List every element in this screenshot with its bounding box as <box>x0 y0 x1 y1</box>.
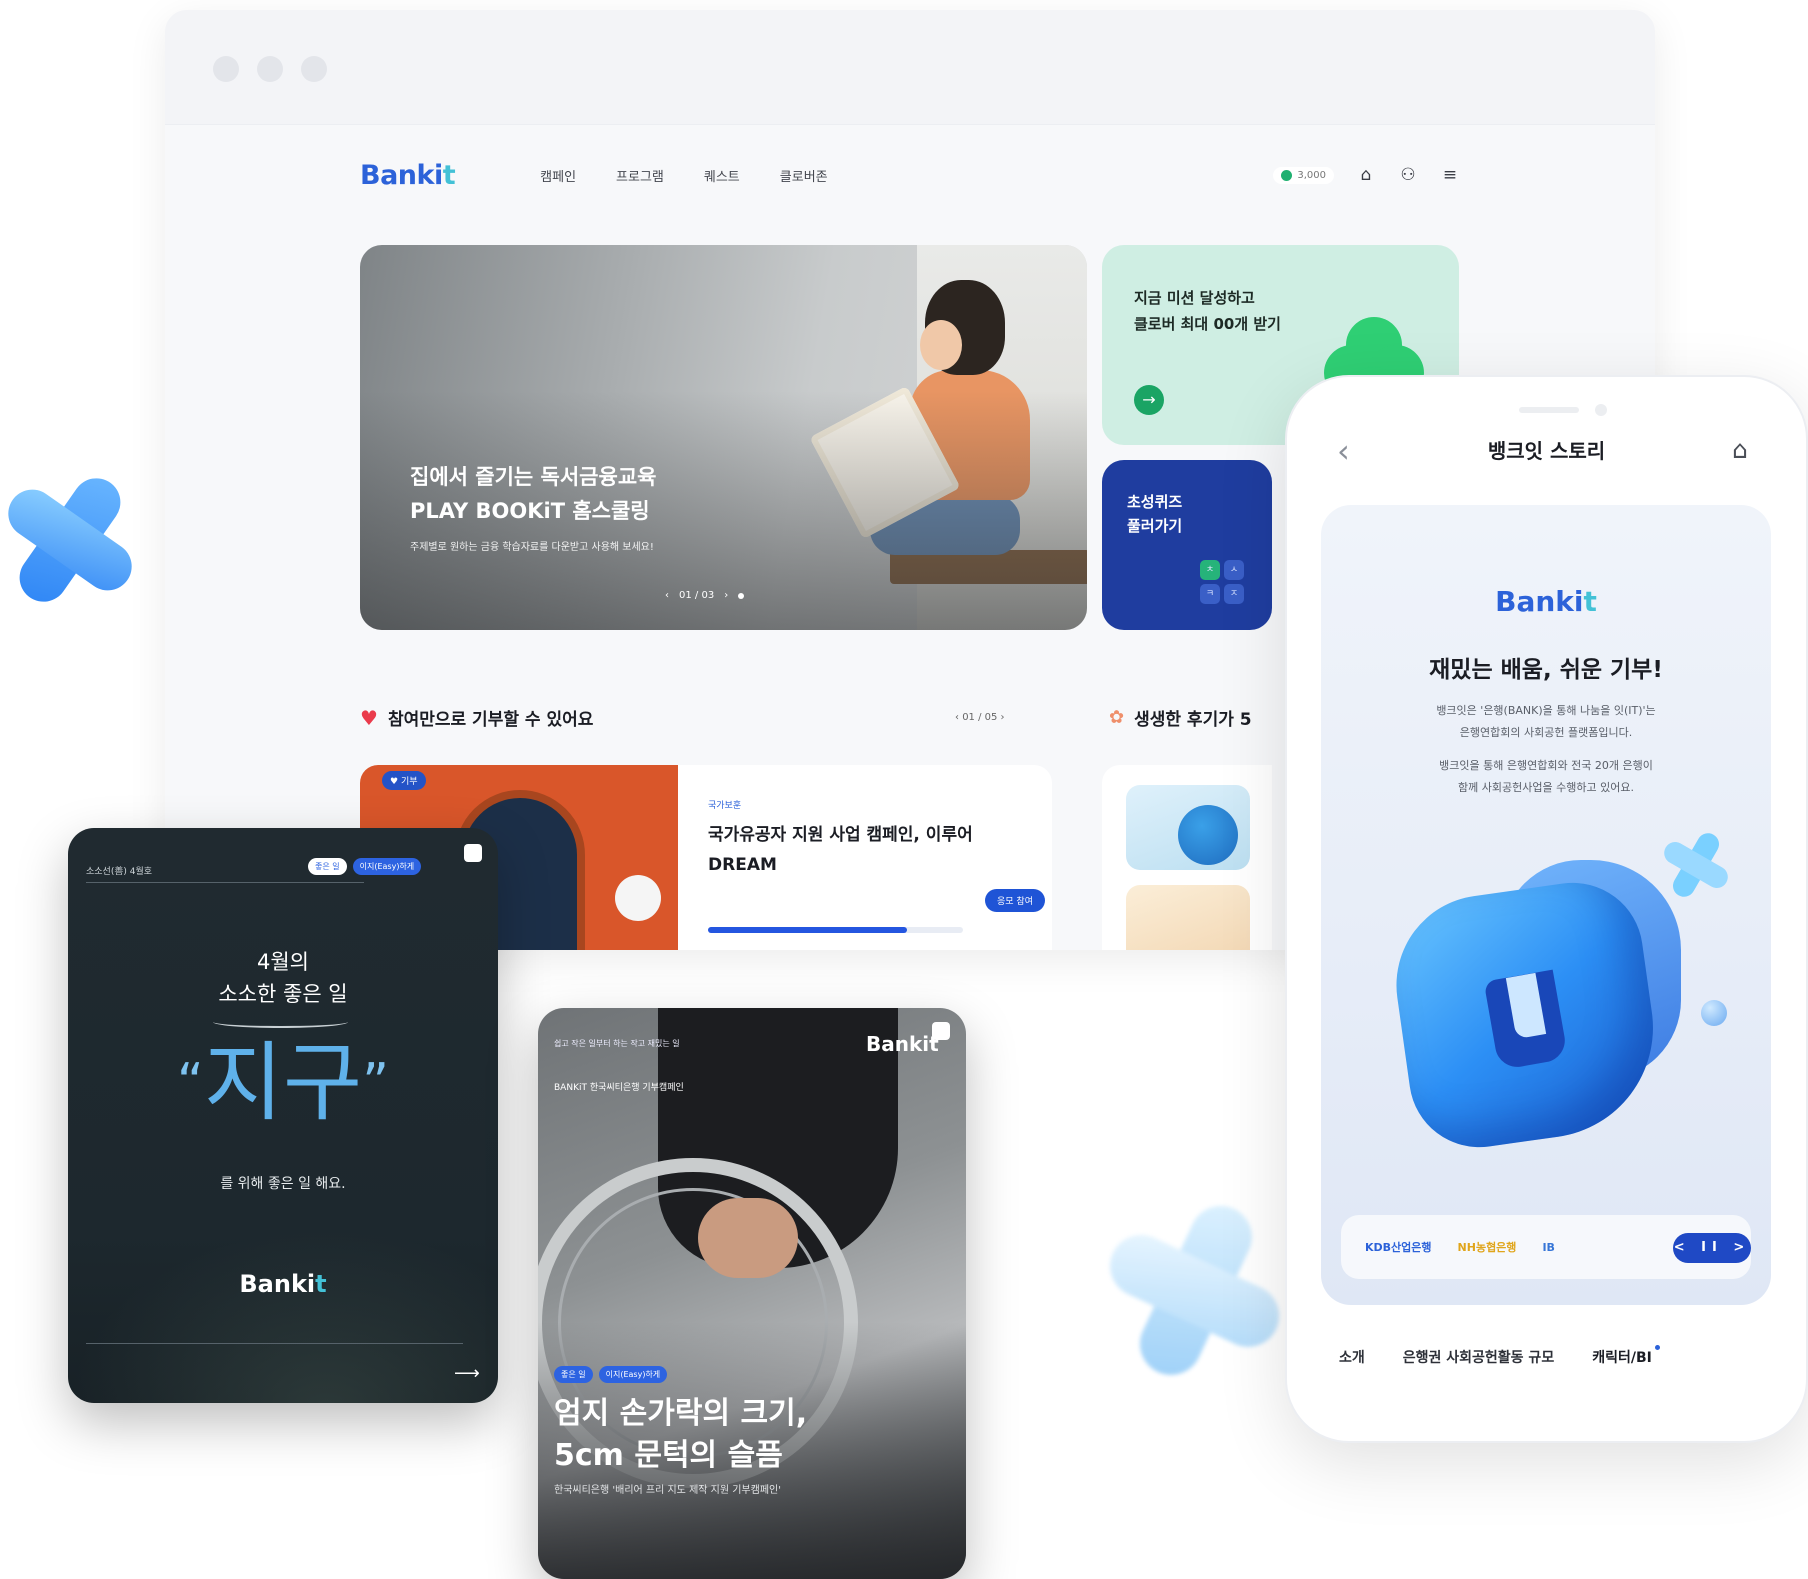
maximize-dot-icon[interactable] <box>301 56 327 82</box>
campaign-progress <box>708 927 963 933</box>
tab-scale[interactable]: 은행권 사회공헌활동 규모 <box>1403 1347 1554 1367</box>
heart-3d-icon <box>1381 860 1691 1157</box>
bank-logo-kdb: KDB산업은행 <box>1365 1241 1432 1254</box>
tab-character-bi[interactable]: 캐릭터/BI <box>1592 1345 1660 1367</box>
phone-logo: Bankit <box>1495 585 1597 618</box>
decorative-ball-small <box>1701 1000 1727 1026</box>
next-arrow-icon[interactable]: › <box>997 712 1005 723</box>
mission-text: 지금 미션 달성하고 클로버 최대 00개 받기 <box>1134 289 1281 333</box>
campaign-category: 국가보훈 <box>708 801 742 811</box>
story-topline: 쉽고 작은 일부터 하는 작고 재밌는 일 <box>554 1039 680 1048</box>
newsletter-keyword: “지구” <box>176 1033 390 1133</box>
tab-intro[interactable]: 소개 <box>1339 1347 1365 1367</box>
chip-good-deed[interactable]: 좋은 일 <box>554 1366 593 1383</box>
story-title: 엄지 손가락의 크기, 5cm 문턱의 슬픔 <box>554 1396 808 1473</box>
phone-page-title: 뱅크잇 스토리 <box>1487 439 1606 463</box>
phone-description-1: 뱅크잇은 '은행(BANK)을 통해 나눔을 잇(IT)'는 은행연합회의 사회… <box>1436 704 1656 739</box>
newsletter-logo: Bankit <box>239 1270 327 1298</box>
story-description: 한국씨티은행 '배리어 프리 지도 제작 지원 기부캠페인' <box>554 1485 781 1496</box>
section-review-title: ✿ 생생한 후기가 5 <box>1109 707 1252 730</box>
decorative-cross-left <box>0 443 167 638</box>
clover-points[interactable]: 3,000 <box>1273 166 1334 184</box>
nav-item-program[interactable]: 프로그램 <box>616 166 664 185</box>
prev-arrow-icon[interactable]: ‹ <box>665 590 669 601</box>
newsletter-chips: 좋은 일 이지(Easy)하게 <box>308 858 422 875</box>
close-dot-icon[interactable] <box>213 56 239 82</box>
story-chips: 좋은 일 이지(Easy)하게 <box>554 1366 668 1383</box>
hero-subtitle: 주제별로 원하는 금융 학습자료를 다운받고 사용해 보세요! <box>410 542 654 553</box>
decorative-cross-bottom <box>1075 1170 1314 1409</box>
notification-icon[interactable]: ⌂ <box>1356 165 1376 185</box>
phone-tabs: 소개 은행권 사회공헌활동 규모 캐릭터/BI <box>1339 1345 1660 1367</box>
arrow-right-icon[interactable]: → <box>1134 385 1164 415</box>
nav-item-campaign[interactable]: 캠페인 <box>540 166 576 185</box>
campaign-title: 국가유공자 지원 사업 캠페인, 이루어 DREAM <box>708 825 973 875</box>
nav-item-quest[interactable]: 퀘스트 <box>704 166 740 185</box>
newsletter-subtext: 를 위해 좋은 일 해요. <box>220 1176 346 1192</box>
pause-dot-icon[interactable] <box>738 592 745 599</box>
clover-coin-icon <box>1281 169 1293 181</box>
mobile-phone: ‹ 뱅크잇 스토리 ⌂ Bankit 재밌는 배움, 쉬운 기부! 뱅크잇은 '… <box>1285 375 1808 1443</box>
review-thumb <box>1126 885 1250 950</box>
section-donate-pager: ‹ 01 / 05 › <box>955 712 1005 723</box>
hero-text: 집에서 즐기는 독서금융교육 PLAY BOOKiT 홈스쿨링 주제별로 원하는… <box>410 460 656 553</box>
bookmark-icon[interactable] <box>932 1022 950 1040</box>
nav-utilities: 3,000 ⌂ ⚇ ≡ <box>1273 165 1460 185</box>
review-thumb <box>1126 785 1250 870</box>
hero-pager-count: 01 / 03 <box>679 590 715 601</box>
nav-item-clover-zone[interactable]: 클로버존 <box>780 166 828 185</box>
top-nav: Bankit 캠페인 프로그램 퀘스트 클로버존 3,000 ⌂ ⚇ ≡ <box>360 155 1460 195</box>
newsletter-issue: 소소선(善) 4월호 <box>86 867 153 877</box>
phone-description-2: 뱅크잇을 통해 은행연합회와 전국 20개 은행이 함께 사회공헌사업을 수행하… <box>1439 759 1653 794</box>
quiz-text: 초성퀴즈 풀러가기 <box>1127 493 1183 535</box>
window-controls <box>213 56 327 82</box>
next-arrow-icon[interactable]: › <box>724 590 728 601</box>
donation-tag: ♥ 기부 <box>382 771 426 790</box>
bookmark-icon[interactable] <box>464 844 482 862</box>
bank-logo-nh: NH농협은행 <box>1457 1241 1517 1254</box>
browser-titlebar <box>165 10 1655 125</box>
section-donate-title: ♥ 참여만으로 기부할 수 있어요 <box>360 705 594 731</box>
minimize-dot-icon[interactable] <box>257 56 283 82</box>
swipe-arrow-icon[interactable]: ⟶ <box>454 1363 480 1384</box>
nav-menu: 캠페인 프로그램 퀘스트 클로버존 <box>540 166 827 185</box>
people-icon: ✿ <box>1109 707 1125 728</box>
snowman-icon <box>615 875 661 921</box>
chip-easy[interactable]: 이지(Easy)하게 <box>352 858 422 875</box>
review-card[interactable] <box>1102 765 1272 950</box>
home-icon[interactable]: ⌂ <box>1732 435 1748 464</box>
partner-bank-carousel: KDB산업은행 NH농협은행 IB < II > <box>1341 1215 1751 1279</box>
campaign-story-card[interactable]: 쉽고 작은 일부터 하는 작고 재밌는 일 Bankit BANKiT 한국씨티… <box>538 1008 966 1579</box>
bank-logo-ib: IB <box>1542 1240 1555 1254</box>
hero-pager: ‹ 01 / 03 › <box>665 590 745 601</box>
campaign-progress-fill <box>708 927 907 933</box>
site-logo[interactable]: Bankit <box>360 160 456 191</box>
newsletter-heading: 4월의 소소한 좋은 일 <box>218 950 348 1006</box>
hero-banner[interactable]: 집에서 즐기는 독서금융교육 PLAY BOOKiT 홈스쿨링 주제별로 원하는… <box>360 245 1087 630</box>
quiz-letter-grid: ㅊ ㅅ ㅋ ㅈ <box>1200 560 1244 604</box>
heart-icon: ♥ <box>360 705 378 730</box>
story-logo: Bankit <box>866 1032 939 1056</box>
chip-good-deed[interactable]: 좋은 일 <box>308 858 347 875</box>
newsletter-card[interactable]: 소소선(善) 4월호 좋은 일 이지(Easy)하게 4월의 소소한 좋은 일 … <box>68 828 498 1403</box>
phone-headline: 재밌는 배움, 쉬운 기부! <box>1429 657 1663 683</box>
promo-stage: Bankit 캠페인 프로그램 퀘스트 클로버존 3,000 ⌂ ⚇ ≡ 집에서… <box>0 0 1808 1579</box>
story-sponsor: BANKiT 한국씨티은행 기부캠페인 <box>554 1083 684 1093</box>
participate-bubble[interactable]: 응모 참여 <box>985 889 1045 912</box>
carousel-controls[interactable]: < II > <box>1673 1233 1751 1263</box>
chip-easy[interactable]: 이지(Easy)하게 <box>598 1366 668 1383</box>
menu-icon[interactable]: ≡ <box>1440 165 1460 185</box>
swoosh-decoration <box>213 1016 348 1028</box>
globe-icon <box>1178 805 1238 865</box>
user-icon[interactable]: ⚇ <box>1398 165 1418 185</box>
quiz-card[interactable]: 초성퀴즈 풀러가기 ㅊ ㅅ ㅋ ㅈ <box>1102 460 1272 630</box>
story-panel: Bankit 재밌는 배움, 쉬운 기부! 뱅크잇은 '은행(BANK)을 통해… <box>1321 505 1771 1305</box>
hero-title: 집에서 즐기는 독서금융교육 PLAY BOOKiT 홈스쿨링 <box>410 465 657 523</box>
